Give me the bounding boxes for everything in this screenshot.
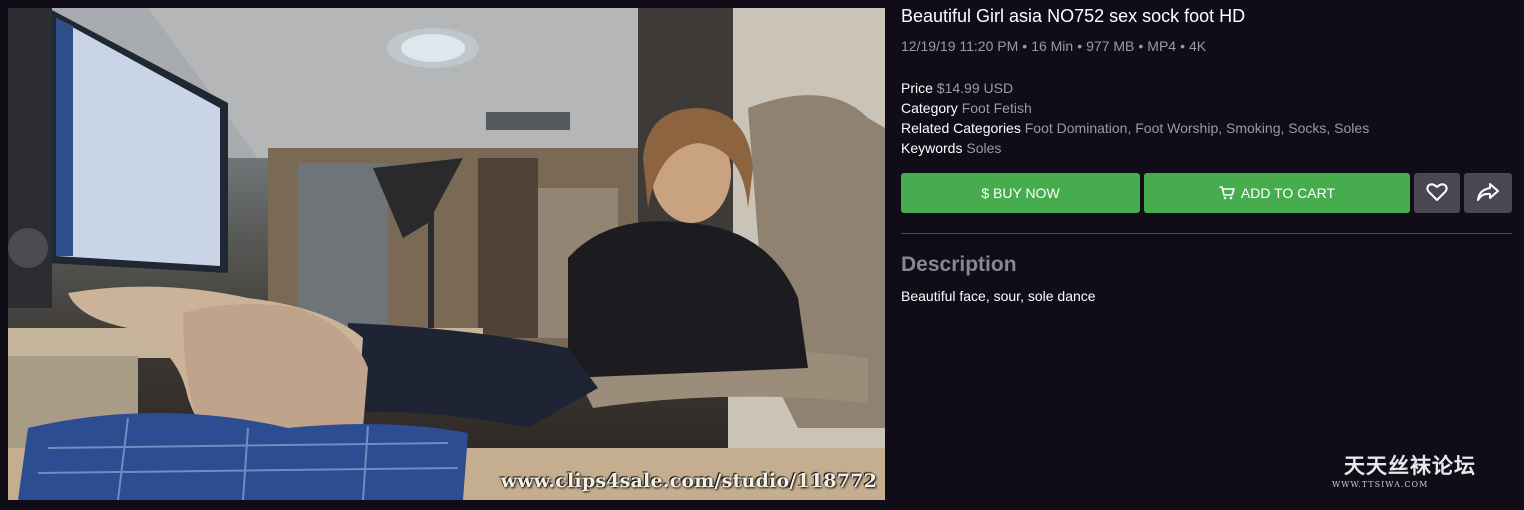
product-details: Price $14.99 USD Category Foot Fetish Re… bbox=[901, 78, 1369, 158]
meta-resolution: 4K bbox=[1188, 38, 1207, 54]
meta-separator: • bbox=[1077, 38, 1083, 54]
related-categories-row: Related Categories Foot Domination, Foot… bbox=[901, 118, 1369, 138]
related-categories-links[interactable]: Foot Domination, Foot Worship, Smoking, … bbox=[1025, 120, 1369, 136]
price-row: Price $14.99 USD bbox=[901, 78, 1369, 98]
add-to-cart-label: ADD TO CART bbox=[1240, 185, 1336, 201]
video-preview-image[interactable]: www.clips4sale.com/studio/118772 bbox=[8, 8, 885, 500]
price-value: $14.99 USD bbox=[936, 80, 1014, 96]
site-watermark-url: WWW.TTSIWA.COM bbox=[1332, 480, 1429, 489]
share-button[interactable] bbox=[1464, 173, 1512, 213]
buy-now-button[interactable]: $ BUY NOW bbox=[901, 173, 1140, 213]
price-label: Price bbox=[901, 80, 933, 96]
category-row: Category Foot Fetish bbox=[901, 98, 1369, 118]
product-title: Beautiful Girl asia NO752 sex sock foot … bbox=[901, 6, 1246, 26]
category-label: Category bbox=[901, 100, 958, 116]
keywords-row: Keywords Soles bbox=[901, 138, 1369, 158]
add-to-cart-button[interactable]: ADD TO CART bbox=[1144, 173, 1410, 213]
meta-separator: • bbox=[1180, 38, 1185, 54]
preview-scene bbox=[8, 8, 885, 500]
meta-size: 977 MB bbox=[1086, 38, 1135, 54]
site-watermark: 天天丝袜论坛 WWW.TTSIWA.COM bbox=[1330, 450, 1490, 489]
favorite-button[interactable] bbox=[1414, 173, 1460, 213]
description-heading: Description bbox=[901, 253, 1017, 276]
buy-now-label: $ BUY NOW bbox=[981, 185, 1060, 201]
related-categories-label: Related Categories bbox=[901, 120, 1021, 136]
share-icon bbox=[1476, 182, 1500, 205]
site-watermark-name: 天天丝袜论坛 bbox=[1344, 453, 1476, 478]
meta-date: 12/19/19 11:20 PM bbox=[901, 38, 1019, 54]
description-text: Beautiful face, sour, sole dance bbox=[901, 288, 1096, 304]
meta-separator: • bbox=[1138, 38, 1144, 54]
meta-format: MP4 bbox=[1147, 38, 1177, 54]
action-buttons: $ BUY NOW ADD TO CART bbox=[901, 173, 1512, 213]
keywords-label: Keywords bbox=[901, 140, 963, 156]
category-link[interactable]: Foot Fetish bbox=[962, 100, 1032, 116]
product-meta: 12/19/19 11:20 PM • 16 Min • 977 MB • MP4 • 4K bbox=[901, 38, 1206, 54]
preview-watermark-text: www.clips4sale.com/studio/118772 bbox=[500, 470, 877, 492]
meta-duration: 16 Min bbox=[1031, 38, 1074, 54]
keywords-link[interactable]: Soles bbox=[966, 140, 1001, 156]
heart-icon bbox=[1426, 182, 1448, 205]
meta-separator: • bbox=[1022, 38, 1028, 54]
cart-icon bbox=[1219, 186, 1235, 200]
section-divider bbox=[901, 233, 1512, 234]
